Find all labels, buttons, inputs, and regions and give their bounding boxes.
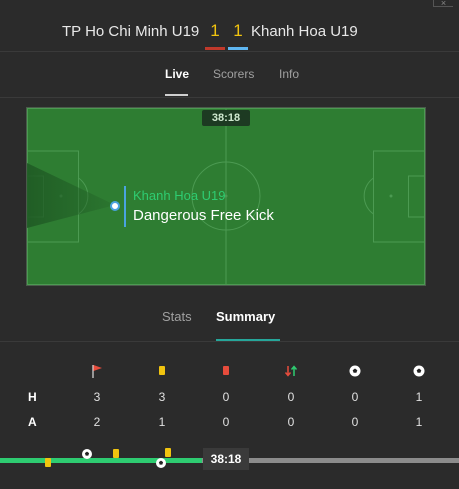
right-penalty-spot: [389, 194, 393, 198]
timeline-yellow-card-icon: [113, 449, 119, 458]
home-color-bar: [205, 47, 225, 50]
away-yellow-cards: 1: [158, 415, 166, 429]
home-substitutions: 0: [287, 390, 295, 404]
sub-tabs: Stats Summary: [0, 296, 459, 342]
away-red-cards: 0: [222, 415, 230, 429]
corners-flag-icon: [92, 365, 102, 378]
event-team-name: Khanh Hoa U19: [133, 188, 226, 203]
main-tabs: Live Scorers Info: [0, 53, 459, 98]
tab-live[interactable]: Live: [165, 67, 189, 81]
substitution-icon: [284, 365, 298, 377]
home-penalties: 1: [415, 390, 423, 404]
away-score: 1: [233, 21, 243, 40]
match-timeline: 38:18: [0, 448, 459, 478]
penalty-ball-icon: [413, 365, 425, 377]
tab-summary[interactable]: Summary: [216, 309, 275, 324]
away-goals: 0: [351, 415, 359, 429]
tab-scorers[interactable]: Scorers: [213, 67, 254, 81]
home-yellow-cards: 3: [158, 390, 166, 404]
away-penalties: 1: [415, 415, 423, 429]
timeline-clock: 38:18: [203, 448, 249, 470]
pitch-view: [26, 107, 426, 286]
home-red-cards: 0: [222, 390, 230, 404]
tab-active-indicator: [165, 94, 188, 96]
home-goals: 0: [351, 390, 359, 404]
goal-ball-icon: [349, 365, 361, 377]
away-corners: 2: [93, 415, 101, 429]
match-header: TP Ho Chi Minh U19 1 1 Khanh Hoa U19: [0, 0, 459, 52]
timeline-goal-icon: [82, 449, 92, 459]
tab-info[interactable]: Info: [279, 67, 299, 81]
subtab-active-indicator: [216, 339, 280, 341]
away-color-bar: [228, 47, 248, 50]
away-team-name: Khanh Hoa U19: [251, 23, 358, 40]
match-clock-badge: 38:18: [202, 110, 250, 126]
home-score: 1: [210, 21, 220, 40]
home-team-name: TP Ho Chi Minh U19: [62, 23, 200, 40]
event-title: Dangerous Free Kick: [133, 207, 274, 224]
pitch-graphic: [27, 108, 425, 285]
tab-stats[interactable]: Stats: [162, 309, 192, 324]
event-indicator-line: [124, 186, 126, 227]
away-row-label: A: [28, 415, 37, 429]
home-row-label: H: [28, 390, 37, 404]
timeline-goal-icon: [156, 458, 166, 468]
red-card-icon: [223, 366, 229, 375]
timeline-yellow-card-icon: [45, 458, 51, 467]
away-substitutions: 0: [287, 415, 295, 429]
home-corners: 3: [93, 390, 101, 404]
ball-position-marker: [110, 201, 120, 211]
yellow-card-icon: [159, 366, 165, 375]
